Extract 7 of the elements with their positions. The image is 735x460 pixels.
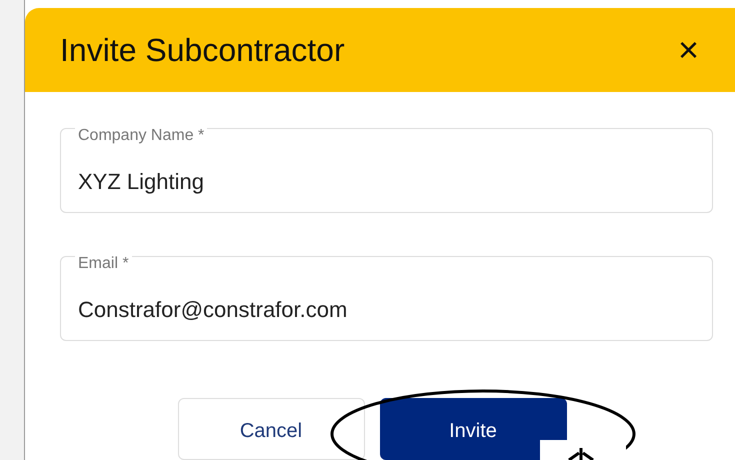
close-button[interactable]: × [678,32,699,68]
field-value: XYZ Lighting [78,168,205,196]
cancel-button[interactable]: Cancel [178,398,364,460]
cursor-icon [566,448,596,460]
dialog-title: Invite Subcontractor [60,31,345,70]
field-value: Constrafor@constrafor.com [78,296,348,324]
invite-button[interactable]: Invite [380,398,566,460]
